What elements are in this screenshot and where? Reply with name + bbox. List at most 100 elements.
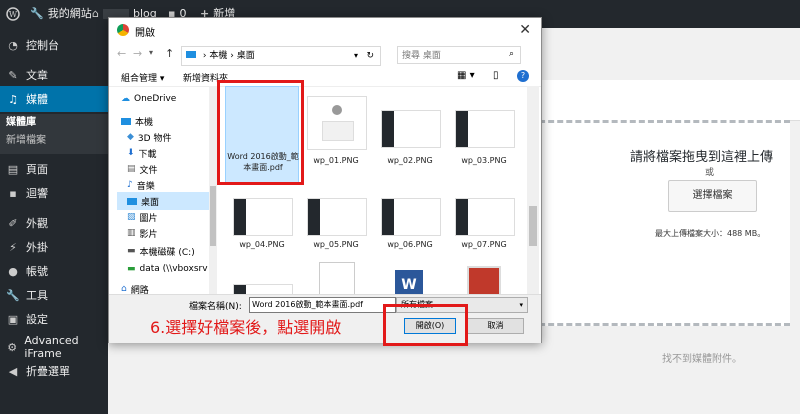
path-segment-desktop[interactable]: 桌面 (237, 51, 255, 61)
image-thumbnail (307, 96, 367, 150)
sidebar-collapse-menu[interactable]: ◀ 折疊選單 (0, 358, 108, 384)
submenu-library[interactable]: 媒體庫 (0, 114, 108, 132)
submenu-add-new[interactable]: 新增檔案 (0, 132, 108, 150)
dialog-title: 開啟 (135, 28, 155, 39)
settings-icon: ▣ (7, 312, 19, 326)
search-icon: ⌕ (509, 49, 515, 59)
filename-label: 檔案名稱(N): (189, 302, 242, 312)
tutorial-caption: 6.選擇好檔案後，點選開啟 (150, 318, 342, 337)
select-files-button[interactable]: 選擇檔案 (668, 180, 757, 212)
plugin-icon: ⚡ (9, 240, 17, 254)
file-item-application[interactable] (451, 258, 517, 294)
file-list-scrollbar[interactable] (527, 86, 539, 294)
image-thumbnail (381, 110, 441, 148)
search-input[interactable]: 搜尋 桌面 (397, 46, 521, 64)
computer-icon (121, 117, 131, 125)
tree-item-local-disk[interactable]: ▬ 本機磁碟 (C:) (127, 242, 217, 260)
file-item-wp01[interactable]: wp_01.PNG (303, 86, 369, 184)
cube-icon: ◆ (127, 132, 134, 142)
tree-scrollbar[interactable] (209, 86, 217, 294)
image-thumbnail (233, 198, 293, 236)
tree-item-onedrive[interactable]: ☁ OneDrive (121, 90, 217, 108)
document-icon (319, 262, 355, 294)
file-item-word[interactable]: W (377, 258, 443, 294)
up-arrow-icon[interactable]: ↑ (165, 47, 174, 60)
file-item-wp02[interactable]: wp_02.PNG (377, 86, 443, 184)
document-icon: ▤ (127, 164, 136, 174)
computer-icon (186, 51, 196, 58)
path-separator-icon: › (202, 51, 207, 61)
brush-icon: ✐ (8, 216, 18, 230)
site-name-link[interactable]: 🔧 我的網站 (30, 0, 92, 28)
close-icon[interactable]: ✕ (519, 22, 531, 38)
gear-icon: ⚙ (7, 340, 18, 354)
or-text: 或 (705, 168, 715, 178)
file-item-wp07[interactable]: wp_07.PNG (451, 190, 517, 250)
file-item-wp03[interactable]: wp_03.PNG (451, 86, 517, 184)
page-icon: ▤ (7, 162, 19, 176)
preview-pane-icon[interactable]: ▯ (493, 70, 499, 81)
sidebar-item-appearance[interactable]: ✐ 外觀 (0, 210, 108, 236)
cloud-icon: ☁ (121, 94, 130, 104)
collapse-icon: ◀ (8, 364, 18, 378)
comment-icon: ▪ (9, 186, 17, 200)
sidebar-item-pages[interactable]: ▤ 頁面 (0, 156, 108, 182)
organize-menu[interactable]: 組合管理 ▾ (121, 71, 164, 84)
wordpress-logo-icon[interactable]: W (6, 0, 20, 28)
filename-input[interactable]: Word 2016啟動_範本畫面.pdf (249, 297, 396, 313)
file-item-wp05[interactable]: wp_05.PNG (303, 190, 369, 250)
image-thumbnail (381, 198, 441, 236)
drop-files-text: 請將檔案拖曳到這裡上傳 (630, 150, 774, 165)
sidebar-item-plugins[interactable]: ⚡ 外掛 (0, 234, 108, 260)
desktop-icon (127, 197, 137, 205)
sidebar-item-dashboard[interactable]: ◔ 控制台 (0, 32, 108, 58)
home-icon: ⌂ (92, 7, 99, 20)
video-icon: ▥ (127, 228, 136, 238)
picture-icon: ▧ (127, 212, 136, 222)
sidebar-item-comments[interactable]: ▪ 迴響 (0, 180, 108, 206)
file-item-wp06[interactable]: wp_06.PNG (377, 190, 443, 250)
sidebar-item-advanced-iframe[interactable]: ⚙ Advanced iFrame (0, 334, 108, 360)
open-file-dialog: 開啟 ✕ ← → ▾ ↑ › 本機 › 桌面 ▾ ↻ 搜尋 桌面 ⌕ 組合管理 … (108, 17, 542, 343)
wrench-icon: 🔧 (6, 288, 20, 302)
recent-chevron-icon[interactable]: ▾ (149, 48, 153, 57)
highlight-selected-file (217, 80, 304, 185)
application-icon (467, 266, 501, 294)
view-options-icon[interactable]: ▦ ▾ (457, 70, 475, 81)
help-icon[interactable]: ? (517, 70, 529, 82)
network-drive-icon: ▬ (127, 264, 136, 274)
sidebar-item-settings[interactable]: ▣ 設定 (0, 306, 108, 332)
image-thumbnail (307, 198, 367, 236)
pin-icon: ✎ (8, 68, 18, 82)
sidebar-item-users[interactable]: ● 帳號 (0, 258, 108, 284)
image-thumbnail (233, 284, 293, 294)
sidebar-item-media[interactable]: ♫ 媒體 (0, 86, 108, 112)
highlight-open-button (383, 304, 468, 346)
network-icon: ⌂ (121, 284, 127, 294)
forward-arrow-icon[interactable]: → (133, 47, 142, 60)
download-icon: ⬇ (127, 148, 135, 158)
admin-sidebar: ◔ 控制台 ✎ 文章 ♫ 媒體 媒體庫 新增檔案 ▤ 頁面 ▪ 迴響 ✐ 外觀 ⚡ 外掛 ● 帳… (0, 28, 108, 414)
file-item-png[interactable] (229, 258, 295, 294)
refresh-icon[interactable]: ↻ (366, 47, 374, 65)
image-thumbnail (455, 198, 515, 236)
file-item-wp04[interactable]: wp_04.PNG (229, 190, 295, 250)
dashboard-icon: ◔ (8, 38, 18, 52)
media-icon: ♫ (8, 92, 18, 106)
tree-item-network[interactable]: ⌂ 網路 (121, 280, 217, 294)
word-icon: W (395, 270, 423, 294)
tree-item-videos[interactable]: ▥ 影片 (127, 224, 217, 242)
cancel-button[interactable]: 取消 (467, 318, 524, 334)
address-bar[interactable]: › 本機 › 桌面 ▾ ↻ (181, 46, 381, 66)
dialog-titlebar: 開啟 ✕ (109, 18, 541, 44)
path-segment-computer[interactable]: 本機 (209, 51, 227, 61)
chevron-down-icon: ▾ (519, 301, 523, 309)
max-upload-size: 最大上傳檔案大小：488 MB。 (655, 229, 766, 238)
dialog-toolbar: 組合管理 ▾ 新增資料夾 ▦ ▾ ▯ ? (109, 68, 541, 87)
sidebar-item-posts[interactable]: ✎ 文章 (0, 62, 108, 88)
file-item-document[interactable] (303, 258, 369, 294)
tree-item-network-share[interactable]: ▬ data (\\vboxsrv (127, 260, 217, 278)
path-dropdown-icon[interactable]: ▾ (354, 47, 358, 65)
sidebar-item-tools[interactable]: 🔧 工具 (0, 282, 108, 308)
back-arrow-icon[interactable]: ← (117, 47, 126, 60)
